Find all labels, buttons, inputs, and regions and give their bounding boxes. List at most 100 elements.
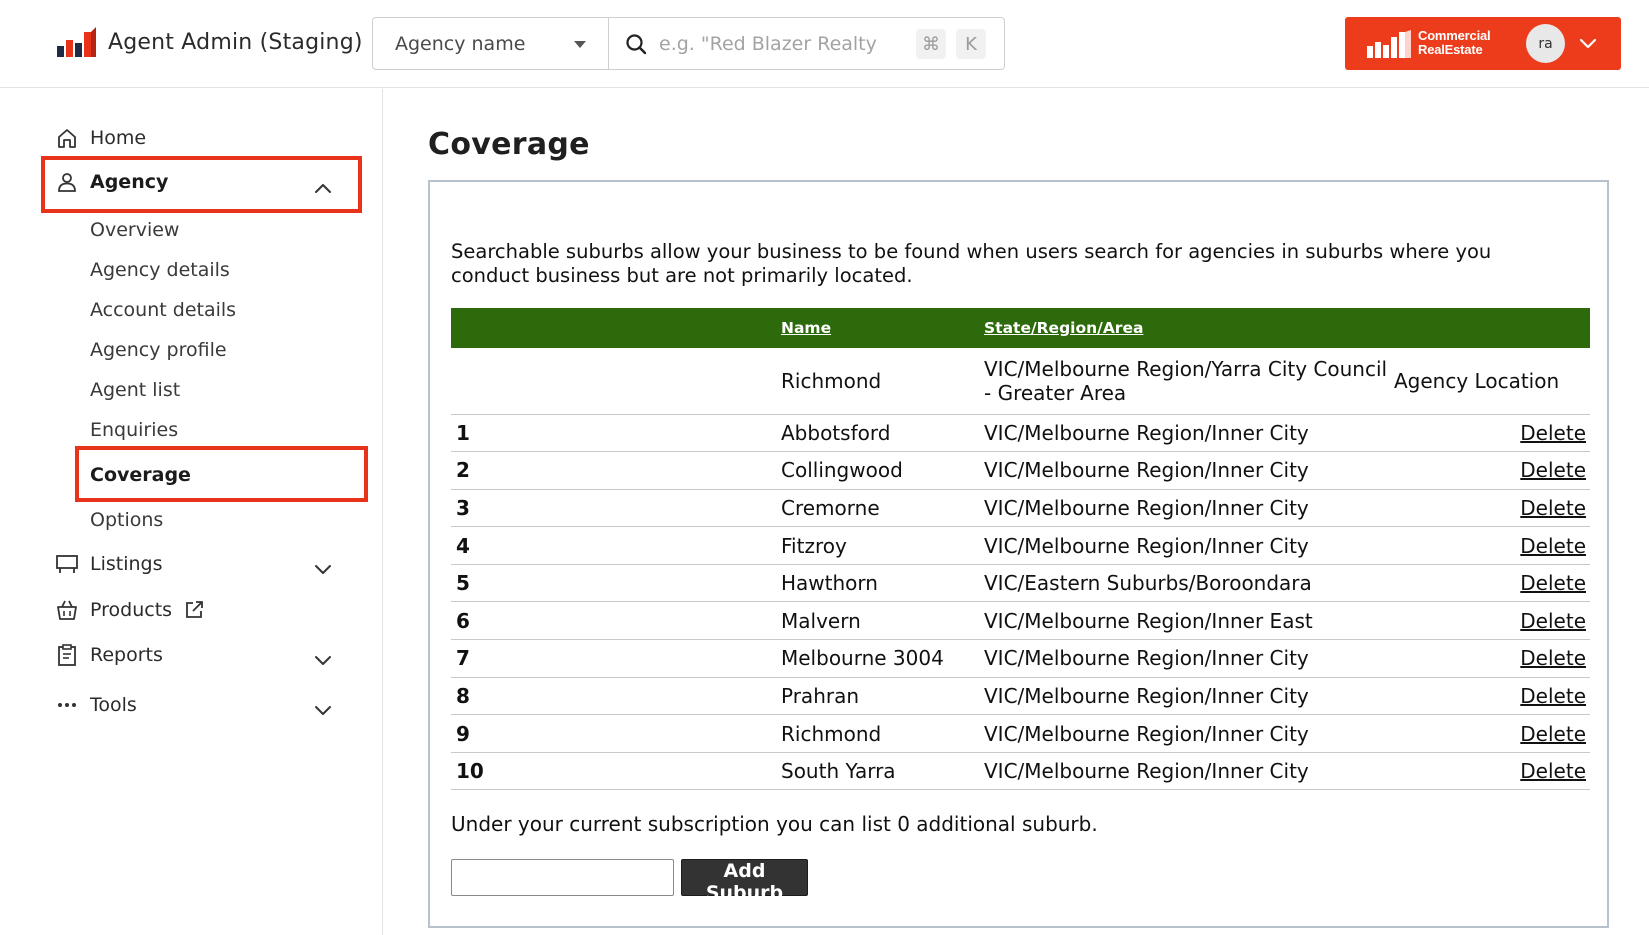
delete-suburb-link[interactable]: Delete [1520, 684, 1586, 708]
sidebar-item-coverage[interactable]: Coverage [90, 464, 191, 486]
sidebar-label-agency: Agency [90, 171, 169, 193]
sidebar-label-home: Home [90, 127, 147, 149]
top-bar: Agent Admin (Staging) Agency name ⌘ K C [0, 0, 1649, 88]
row-number: 7 [451, 639, 781, 678]
basket-icon [56, 599, 78, 621]
shortcut-k-key: K [956, 29, 986, 59]
row-number: 8 [451, 677, 781, 716]
avatar[interactable]: ra [1526, 24, 1565, 63]
row-number: 9 [451, 714, 781, 753]
chevron-down-icon[interactable] [1579, 34, 1597, 52]
chevron-down-icon[interactable] [314, 651, 332, 669]
suburb-name: Melbourne 3004 [781, 639, 984, 678]
row-action-cell: Delete [1394, 414, 1590, 453]
table-row: 7 Melbourne 3004 VIC/Melbourne Region/Inne… [451, 639, 1590, 678]
agency-location-name: Richmond [781, 348, 984, 415]
caret-down-icon [574, 41, 586, 48]
user-icon [56, 171, 78, 193]
sidebar: Home Agency Overview Agency details Acco… [0, 89, 383, 935]
sidebar-label-products: Products [90, 599, 173, 621]
coverage-table: Name State/Region/Area Richmond VIC/Melb… [451, 308, 1590, 791]
chevron-down-icon[interactable] [314, 701, 332, 719]
table-row: 8 Prahran VIC/Melbourne Region/Inner City D… [451, 677, 1590, 716]
suburb-region: VIC/Melbourne Region/Inner City [984, 526, 1394, 565]
table-header-action [1394, 308, 1590, 348]
sidebar-label-listings: Listings [90, 553, 163, 575]
coverage-panel: Searchable suburbs allow your business t… [428, 180, 1609, 928]
suburb-region: VIC/Melbourne Region/Inner City [984, 451, 1394, 490]
sidebar-item-enquiries[interactable]: Enquiries [90, 419, 178, 441]
external-link-icon [184, 600, 204, 620]
delete-suburb-link[interactable]: Delete [1520, 759, 1586, 783]
sidebar-item-agent-list[interactable]: Agent list [90, 379, 180, 401]
row-number: 1 [451, 414, 781, 453]
page-title: Coverage [428, 127, 590, 162]
sidebar-item-agency[interactable]: Agency [56, 171, 168, 193]
row-action-cell: Delete [1394, 677, 1590, 716]
search-type-select[interactable]: Agency name [373, 18, 609, 69]
sort-by-state-link[interactable]: State/Region/Area [984, 308, 1394, 348]
suburb-region: VIC/Melbourne Region/Inner City [984, 677, 1394, 716]
billboard-icon [56, 553, 78, 575]
table-row: 5 Hawthorn VIC/Eastern Suburbs/Boroondara D… [451, 564, 1590, 603]
chevron-up-icon[interactable] [314, 180, 332, 198]
suburb-region: VIC/Melbourne Region/Inner City [984, 752, 1394, 791]
suburb-name: Richmond [781, 714, 984, 753]
sidebar-item-agency-details[interactable]: Agency details [90, 259, 230, 281]
delete-suburb-link[interactable]: Delete [1520, 534, 1586, 558]
suburb-region: VIC/Melbourne Region/Inner City [984, 489, 1394, 528]
delete-suburb-link[interactable]: Delete [1520, 646, 1586, 670]
delete-suburb-link[interactable]: Delete [1520, 421, 1586, 445]
agent-admin-logo-icon [57, 27, 96, 57]
sidebar-item-tools[interactable]: Tools [56, 694, 137, 716]
row-action-cell: Delete [1394, 601, 1590, 641]
sidebar-item-products[interactable]: Products [56, 599, 204, 621]
delete-suburb-link[interactable]: Delete [1520, 609, 1586, 633]
sidebar-item-agency-profile[interactable]: Agency profile [90, 339, 227, 361]
sidebar-item-reports[interactable]: Reports [56, 644, 163, 666]
delete-suburb-link[interactable]: Delete [1520, 496, 1586, 520]
table-row: 6 Malvern VIC/Melbourne Region/Inner East D… [451, 601, 1590, 641]
sidebar-item-home[interactable]: Home [56, 127, 146, 149]
suburb-region: VIC/Melbourne Region/Inner City [984, 414, 1394, 453]
row-number: 5 [451, 564, 781, 603]
search-icon [626, 34, 647, 55]
table-row: 9 Richmond VIC/Melbourne Region/Inner City… [451, 714, 1590, 753]
search-field: ⌘ K [609, 18, 1004, 69]
agency-location-label: Agency Location [1394, 348, 1590, 415]
sidebar-item-account-details[interactable]: Account details [90, 299, 236, 321]
sidebar-item-listings[interactable]: Listings [56, 553, 163, 575]
search-type-value: Agency name [395, 32, 526, 55]
sidebar-label-tools: Tools [90, 694, 137, 716]
delete-suburb-link[interactable]: Delete [1520, 722, 1586, 746]
brand[interactable]: Agent Admin (Staging) [56, 26, 363, 58]
suburb-input[interactable] [451, 859, 674, 896]
brand-line-1: Commercial [1418, 28, 1491, 43]
delete-suburb-link[interactable]: Delete [1520, 571, 1586, 595]
row-action-cell: Delete [1394, 714, 1590, 753]
account-menu[interactable]: Commercial RealEstate ra [1345, 17, 1621, 70]
suburb-name: Prahran [781, 677, 984, 716]
table-row: 10 South Yarra VIC/Melbourne Region/Inner … [451, 752, 1590, 791]
table-row: 3 Cremorne VIC/Melbourne Region/Inner City… [451, 489, 1590, 528]
subscription-note: Under your current subscription you can … [451, 812, 1098, 836]
suburb-name: Hawthorn [781, 564, 984, 603]
delete-suburb-link[interactable]: Delete [1520, 458, 1586, 482]
suburb-name: Malvern [781, 601, 984, 641]
row-action-cell: Delete [1394, 526, 1590, 565]
table-header-row: Name State/Region/Area [451, 308, 1590, 348]
row-number: 3 [451, 489, 781, 528]
sidebar-item-options[interactable]: Options [90, 509, 163, 531]
sidebar-item-overview[interactable]: Overview [90, 219, 179, 241]
coverage-intro: Searchable suburbs allow your business t… [451, 240, 1492, 287]
agency-location-state: VIC/Melbourne Region/Yarra City Council … [984, 348, 1394, 415]
suburb-name: Abbotsford [781, 414, 984, 453]
commercial-real-estate-logo-icon [1367, 30, 1411, 58]
suburb-region: VIC/Eastern Suburbs/Boroondara [984, 564, 1394, 603]
add-suburb-button[interactable]: Add Suburb [681, 859, 808, 904]
agency-location-row: Richmond VIC/Melbourne Region/Yarra City… [451, 348, 1590, 415]
suburb-name: Collingwood [781, 451, 984, 490]
table-row: 4 Fitzroy VIC/Melbourne Region/Inner City D… [451, 526, 1590, 565]
chevron-down-icon[interactable] [314, 560, 332, 578]
sort-by-name-link[interactable]: Name [781, 308, 984, 348]
